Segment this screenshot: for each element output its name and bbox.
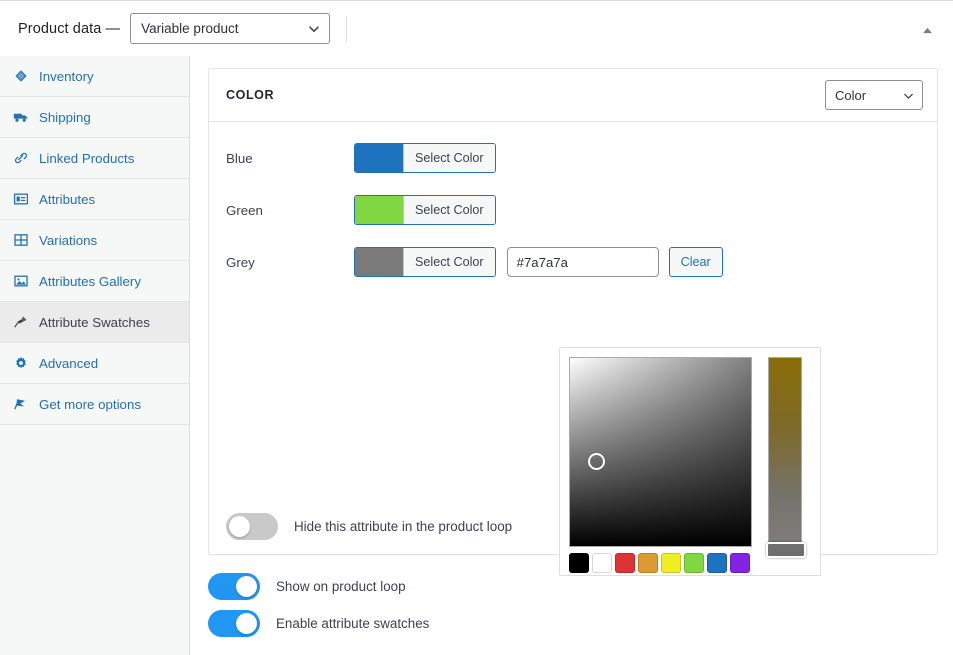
flag-icon	[12, 395, 30, 413]
palette-swatch[interactable]	[615, 553, 635, 573]
select-color-button[interactable]: Select Color	[354, 195, 496, 225]
truck-icon	[12, 108, 30, 126]
sidebar-item-label: Advanced	[39, 355, 99, 371]
palette-swatch[interactable]	[638, 553, 658, 573]
sidebar-item-label: Attribute Swatches	[39, 314, 150, 330]
enable-attribute-swatches-row: Enable attribute swatches	[208, 610, 429, 637]
color-picker-popup	[559, 347, 821, 576]
product-data-metabox: Product data — Variable product Inventor…	[0, 0, 953, 655]
select-color-button[interactable]: Select Color	[354, 143, 496, 173]
enable-attribute-swatches-label: Enable attribute swatches	[276, 616, 430, 631]
collapse-panel-button[interactable]	[914, 18, 940, 42]
enable-attribute-swatches-toggle[interactable]	[208, 610, 260, 637]
product-data-sidebar: Inventory Shipping Linked Products Attri…	[0, 56, 190, 655]
hide-attribute-label: Hide this attribute in the product loop	[294, 519, 513, 534]
palette-swatch[interactable]	[569, 553, 589, 573]
show-on-product-loop-row: Show on product loop	[208, 573, 429, 600]
clear-color-button[interactable]: Clear	[668, 247, 723, 277]
palette-swatch[interactable]	[730, 553, 750, 573]
sidebar-item-label: Attributes Gallery	[39, 273, 141, 289]
term-label: Green	[226, 202, 263, 218]
palette-swatch[interactable]	[661, 553, 681, 573]
sidebar-item-label: Attributes	[39, 191, 96, 207]
show-on-product-loop-toggle[interactable]	[208, 573, 260, 600]
hex-color-input[interactable]	[506, 247, 659, 277]
hide-attribute-toggle[interactable]	[226, 513, 278, 540]
hue-slider-track[interactable]	[768, 357, 802, 557]
sidebar-item-get-more-options[interactable]: Get more options	[0, 384, 189, 425]
caret-up-icon	[922, 27, 932, 33]
hide-attribute-toggle-row: Hide this attribute in the product loop	[226, 513, 512, 540]
color-swatch-preview	[355, 248, 403, 276]
page-title: Product data —	[18, 20, 121, 37]
sidebar-item-label: Inventory	[39, 68, 94, 84]
sidebar-item-linked-products[interactable]: Linked Products	[0, 138, 189, 179]
term-row: Green Select Color	[209, 190, 937, 230]
swatch-type-value: Color	[835, 87, 867, 103]
term-row: Blue Select Color	[209, 138, 937, 178]
panel-header: Product data — Variable product	[0, 1, 953, 56]
pushpin-icon	[12, 313, 30, 331]
sidebar-item-attributes-gallery[interactable]: Attributes Gallery	[0, 261, 189, 302]
attribute-name: COLOR	[226, 88, 275, 102]
sidebar-item-variations[interactable]: Variations	[0, 220, 189, 261]
sidebar-item-attribute-swatches[interactable]: Attribute Swatches	[0, 302, 189, 343]
color-picker-right	[766, 357, 808, 566]
header-divider	[346, 15, 348, 42]
product-data-content: COLOR Color Blue Select Color Green Sele…	[191, 56, 953, 655]
select-color-button[interactable]: Select Color	[354, 247, 496, 277]
select-color-label: Select Color	[403, 248, 495, 276]
sidebar-item-inventory[interactable]: Inventory	[0, 56, 189, 97]
sidebar-item-label: Get more options	[39, 396, 141, 412]
attribute-swatches-card: COLOR Color Blue Select Color Green Sele…	[208, 68, 938, 576]
hue-slider-handle[interactable]	[766, 542, 806, 558]
toggle-knob	[229, 516, 250, 537]
term-label: Blue	[226, 150, 253, 166]
show-on-product-loop-label: Show on product loop	[276, 579, 406, 594]
swatch-type-select[interactable]: Color	[825, 80, 923, 110]
product-type-value: Variable product	[141, 21, 239, 36]
term-label: Grey	[226, 254, 255, 270]
gear-icon	[12, 354, 30, 372]
color-swatch-preview	[355, 196, 403, 224]
color-swatch-preview	[355, 144, 403, 172]
sidebar-item-shipping[interactable]: Shipping	[0, 97, 189, 138]
tag-icon	[12, 67, 30, 85]
footer-toggle-group: Show on product loop Enable attribute sw…	[208, 573, 429, 647]
sidebar-item-label: Linked Products	[39, 150, 135, 166]
palette-swatch[interactable]	[707, 553, 727, 573]
list-view-icon	[12, 190, 30, 208]
sidebar-item-label: Shipping	[39, 109, 91, 125]
sv-marker-handle[interactable]	[588, 453, 605, 470]
select-color-label: Select Color	[403, 196, 495, 224]
chevron-down-icon	[308, 23, 320, 35]
grid-icon	[12, 231, 30, 249]
select-color-label: Select Color	[403, 144, 495, 172]
sidebar-item-advanced[interactable]: Advanced	[0, 343, 189, 384]
color-palette	[569, 553, 754, 573]
image-icon	[12, 272, 30, 290]
link-icon	[12, 149, 30, 167]
chevron-down-icon	[903, 90, 914, 101]
attribute-card-header: COLOR Color	[209, 69, 937, 122]
product-type-select[interactable]: Variable product	[130, 13, 331, 44]
palette-swatch[interactable]	[684, 553, 704, 573]
toggle-knob	[236, 613, 257, 634]
term-row: Grey Select Color Clear	[209, 242, 937, 282]
palette-swatch[interactable]	[592, 553, 612, 573]
sidebar-item-attributes[interactable]: Attributes	[0, 179, 189, 220]
saturation-value-area[interactable]	[569, 357, 752, 547]
color-picker-left	[569, 357, 754, 573]
attribute-terms-list: Blue Select Color Green Select Color Gre…	[209, 122, 937, 282]
toggle-knob	[236, 576, 257, 597]
sidebar-item-label: Variations	[39, 232, 98, 248]
